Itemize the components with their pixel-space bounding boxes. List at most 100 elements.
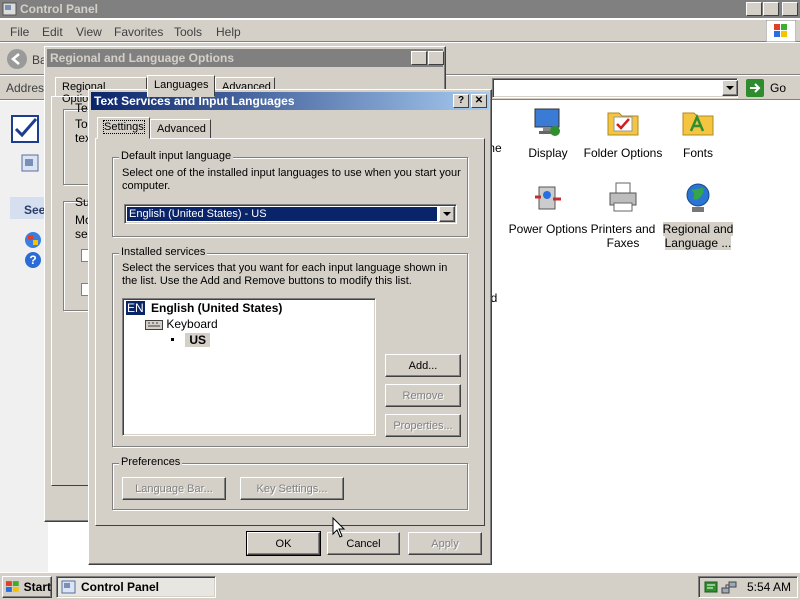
network-icon[interactable] [721,579,737,595]
close-button[interactable]: ✕ [428,51,444,65]
taskbar-control-panel-button[interactable]: Control Panel [56,576,216,598]
default-input-group-label: Default input language [119,150,234,162]
menu-tools[interactable]: Tools [174,25,202,39]
tab-label: Settings [103,120,145,134]
svg-text:?: ? [29,253,36,267]
printers-faxes-item[interactable]: Printers and Faxes [583,181,663,250]
control-panel-icon [2,2,17,16]
globe-icon [686,183,710,212]
item-label: Regional and [662,222,734,236]
switch-view-icon[interactable] [20,153,40,173]
tab-label: Languages [154,79,209,91]
button-label: Cancel [346,537,381,550]
control-panel-icon [61,580,76,594]
item-label: Fonts [682,146,713,160]
help-icon[interactable]: ? [24,251,42,269]
text-fragment: To [75,117,88,131]
chevron-down-icon [726,85,734,90]
power-options-icon [535,186,561,210]
windows-logo-icon [5,581,19,592]
minimize-button[interactable]: _ [746,2,762,16]
menu-edit[interactable]: Edit [42,25,63,39]
menu-file[interactable]: File [10,25,29,39]
button-label: Add... [408,359,438,372]
regional-dialog-titlebar[interactable]: Regional and Language Options ? ✕ [47,49,444,67]
regional-language-item[interactable]: Regional and Language ... [658,181,738,250]
folder-options-icon [607,112,639,136]
item-label: Language ... [664,236,732,250]
add-button[interactable]: Add... [385,354,461,377]
tray-app-icon[interactable] [703,579,719,595]
tree-language-node[interactable]: EN English (United States) [126,301,282,315]
clock: 5:54 AM [747,580,792,594]
item-label: Display [528,146,568,160]
windows-update-icon[interactable] [24,231,42,249]
installed-services-tree[interactable]: EN English (United States) Keyboard US [122,298,376,436]
power-options-item[interactable]: Power Options [508,181,588,236]
display-item[interactable]: Display [508,105,588,160]
windows-flag-icon [766,20,796,42]
help-button[interactable]: ? [411,51,427,65]
menu-help[interactable]: Help [216,25,241,39]
menu-favorites[interactable]: Favorites [114,25,163,39]
button-label: Apply [431,537,459,550]
restore-button[interactable]: ❐ [763,2,779,16]
help-button[interactable]: ? [453,94,469,108]
layout-label: US [185,333,211,347]
window-title: Control Panel [20,2,99,16]
installed-services-group-label: Installed services [119,246,208,258]
tab-advanced[interactable]: Advanced [150,119,211,139]
keyboard-icon [145,320,163,330]
fonts-item[interactable]: Fonts [658,105,738,160]
preferences-group-label: Preferences [119,456,183,468]
display-icon [534,108,560,136]
tab-settings[interactable]: Settings [97,117,150,139]
system-tray: 5:54 AM [698,576,798,598]
fonts-icon [682,112,714,136]
go-arrow-icon[interactable] [746,79,764,97]
task-label: Control Panel [81,580,160,594]
taskbar: Start Control Panel 5:54 AM [0,572,800,600]
see-also-label: See [24,203,46,217]
language-bar-button[interactable]: Language Bar... [122,477,226,500]
go-label[interactable]: Go [770,81,786,95]
bullet-icon [171,338,174,341]
button-label: Key Settings... [256,482,328,495]
address-input[interactable] [492,78,738,98]
address-dropdown-button[interactable] [722,80,738,96]
tree-layout-node[interactable]: US [171,333,211,347]
default-language-select[interactable]: English (United States) - US [124,204,457,224]
item-label: Printers and [590,222,656,236]
installed-services-description: Select the services that you want for ea… [122,262,448,287]
button-label: OK [275,537,292,550]
button-label: Remove [402,389,444,402]
button-label: Properties... [393,419,453,432]
key-settings-button[interactable]: Key Settings... [240,477,344,500]
chevron-down-icon [443,211,451,216]
language-badge: EN [126,301,145,315]
left-task-pane: See ? [0,101,48,572]
remove-button[interactable]: Remove [385,384,461,407]
regional-dialog-title: Regional and Language Options [50,51,235,65]
tab-label: Advanced [157,123,206,135]
start-button[interactable]: Start [2,576,52,598]
keyboard-label: Keyboard [166,317,218,331]
default-input-description: Select one of the installed input langua… [122,167,461,192]
properties-button[interactable]: Properties... [385,414,461,437]
select-dropdown-button[interactable] [439,206,455,222]
apply-button[interactable]: Apply [408,532,482,555]
tree-keyboard-node[interactable]: Keyboard [145,317,218,331]
ok-button[interactable]: OK [246,531,321,556]
start-label: Start [23,580,51,594]
control-panel-titlebar[interactable]: Control Panel _ ❐ ✕ [0,0,800,18]
close-button[interactable]: ✕ [782,2,798,16]
item-label: Folder Options [583,146,663,160]
selected-language: English (United States) - US [127,207,437,221]
printer-icon [609,182,637,212]
back-icon[interactable] [6,48,28,70]
close-button[interactable]: ✕ [471,94,487,108]
menu-view[interactable]: View [76,25,102,39]
tab-languages[interactable]: Languages [147,75,215,97]
item-label: Power Options [508,222,588,236]
folder-options-item[interactable]: Folder Options [583,105,663,160]
